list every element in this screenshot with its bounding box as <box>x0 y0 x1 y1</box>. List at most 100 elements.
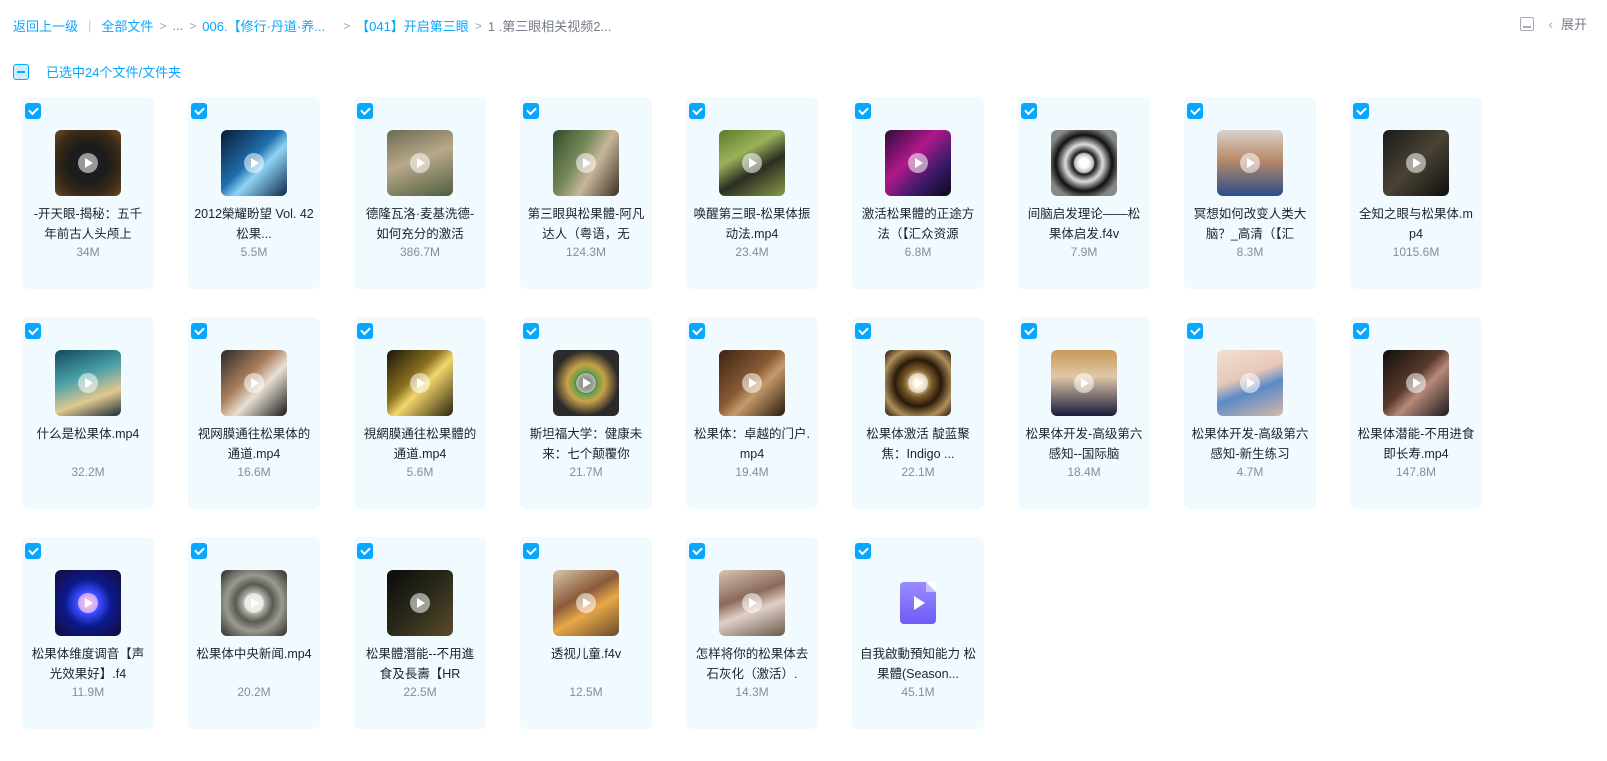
file-card[interactable]: 冥想如何改变人类大脑？_高清（【汇 8.3M <box>1184 97 1316 289</box>
file-name[interactable]: 什么是松果体.mp4 <box>28 424 148 464</box>
file-card[interactable]: 松果体开发-高级第六感知-新生练习 4.7M <box>1184 317 1316 509</box>
file-card[interactable]: 松果體潛能--不用進食及長壽【HR 22.5M <box>354 537 486 729</box>
file-name[interactable]: -开天眼-揭秘：五千年前古人头颅上 <box>28 204 148 244</box>
file-checkbox[interactable] <box>191 543 207 559</box>
file-checkbox[interactable] <box>25 323 41 339</box>
breadcrumb-ellipsis[interactable]: ... <box>172 18 183 33</box>
video-thumbnail[interactable] <box>221 130 287 196</box>
file-checkbox[interactable] <box>855 543 871 559</box>
file-name[interactable]: 松果体开发-高级第六感知--国际脑 <box>1024 424 1144 464</box>
file-checkbox[interactable] <box>523 103 539 119</box>
file-checkbox[interactable] <box>855 103 871 119</box>
file-checkbox[interactable] <box>855 323 871 339</box>
video-thumbnail[interactable] <box>387 130 453 196</box>
file-name[interactable]: 视网膜通往松果体的通道.mp4 <box>194 424 314 464</box>
video-thumbnail[interactable] <box>1383 350 1449 416</box>
breadcrumb-path-2[interactable]: 【041】开启第三眼 <box>356 16 469 35</box>
file-name[interactable]: 斯坦福大学：健康未来：七个颠覆你 <box>526 424 646 464</box>
file-name[interactable]: 2012榮耀盼望 Vol. 42 松果... <box>194 204 314 244</box>
file-card[interactable]: 唤醒第三眼-松果体振动法.mp4 23.4M <box>686 97 818 289</box>
file-checkbox[interactable] <box>1021 103 1037 119</box>
video-thumbnail[interactable] <box>55 130 121 196</box>
file-name[interactable]: 激活松果體的正途方法（【汇众资源 <box>858 204 978 244</box>
video-thumbnail[interactable] <box>55 570 121 636</box>
file-card[interactable]: 自我啟動預知能力 松果體(Season... 45.1M <box>852 537 984 729</box>
file-card[interactable]: 全知之眼与松果体.mp4 1015.6M <box>1350 97 1482 289</box>
video-thumbnail[interactable] <box>1217 130 1283 196</box>
file-name[interactable]: 松果体中央新闻.mp4 <box>194 644 314 684</box>
video-thumbnail[interactable] <box>553 130 619 196</box>
file-checkbox[interactable] <box>357 323 373 339</box>
video-thumbnail[interactable] <box>553 570 619 636</box>
file-name[interactable]: 松果体潜能-不用进食即长寿.mp4 <box>1356 424 1476 464</box>
file-name[interactable]: 視網膜通往松果體的通道.mp4 <box>360 424 480 464</box>
file-card[interactable]: 德隆瓦洛·麦基洗德-如何充分的激活 386.7M <box>354 97 486 289</box>
video-thumbnail[interactable] <box>387 570 453 636</box>
file-name[interactable]: 松果体激活 靛蓝聚焦：Indigo ... <box>858 424 978 464</box>
file-name[interactable]: 冥想如何改变人类大脑？_高清（【汇 <box>1190 204 1310 244</box>
file-name[interactable]: 透视儿童.f4v <box>526 644 646 684</box>
file-card[interactable]: 松果体维度调音【声光效果好】.f4 11.9M <box>22 537 154 729</box>
file-checkbox[interactable] <box>689 543 705 559</box>
file-checkbox[interactable] <box>1187 103 1203 119</box>
file-name[interactable]: 怎样将你的松果体去石灰化（激活）. <box>692 644 812 684</box>
file-card[interactable]: 激活松果體的正途方法（【汇众资源 6.8M <box>852 97 984 289</box>
file-name[interactable]: 间脑启发理论——松果体启发.f4v <box>1024 204 1144 244</box>
file-checkbox[interactable] <box>523 323 539 339</box>
file-checkbox[interactable] <box>1353 323 1369 339</box>
file-name[interactable]: 第三眼與松果體-阿凡达人（粤语，无 <box>526 204 646 244</box>
file-checkbox[interactable] <box>1021 323 1037 339</box>
file-checkbox[interactable] <box>25 103 41 119</box>
select-all-checkbox[interactable] <box>13 63 29 80</box>
file-card[interactable]: 松果体激活 靛蓝聚焦：Indigo ... 22.1M <box>852 317 984 509</box>
file-card[interactable]: 松果体：卓越的门户.mp4 19.4M <box>686 317 818 509</box>
video-thumbnail[interactable] <box>55 350 121 416</box>
file-card[interactable]: 怎样将你的松果体去石灰化（激活）. 14.3M <box>686 537 818 729</box>
video-thumbnail[interactable] <box>221 570 287 636</box>
file-card[interactable]: 透视儿童.f4v 12.5M <box>520 537 652 729</box>
file-card[interactable]: 间脑启发理论——松果体启发.f4v 7.9M <box>1018 97 1150 289</box>
file-checkbox[interactable] <box>357 543 373 559</box>
file-card[interactable]: 視網膜通往松果體的通道.mp4 5.6M <box>354 317 486 509</box>
file-checkbox[interactable] <box>1353 103 1369 119</box>
video-thumbnail[interactable] <box>719 130 785 196</box>
file-card[interactable]: 松果体潜能-不用进食即长寿.mp4 147.8M <box>1350 317 1482 509</box>
file-card[interactable]: 2012榮耀盼望 Vol. 42 松果... 5.5M <box>188 97 320 289</box>
file-checkbox[interactable] <box>1187 323 1203 339</box>
video-thumbnail[interactable] <box>719 350 785 416</box>
video-thumbnail[interactable] <box>221 350 287 416</box>
file-name[interactable]: 德隆瓦洛·麦基洗德-如何充分的激活 <box>360 204 480 244</box>
breadcrumb-path-1[interactable]: 006.【修行·丹道·养... <box>202 16 325 35</box>
file-checkbox[interactable] <box>191 103 207 119</box>
file-checkbox[interactable] <box>25 543 41 559</box>
file-card[interactable]: 松果体中央新闻.mp4 20.2M <box>188 537 320 729</box>
video-thumbnail[interactable] <box>387 350 453 416</box>
file-card[interactable]: 斯坦福大学：健康未来：七个颠覆你 21.7M <box>520 317 652 509</box>
file-checkbox[interactable] <box>523 543 539 559</box>
video-file-icon[interactable] <box>885 570 951 636</box>
file-name[interactable]: 松果体：卓越的门户.mp4 <box>692 424 812 464</box>
file-checkbox[interactable] <box>689 323 705 339</box>
file-card[interactable]: 什么是松果体.mp4 32.2M <box>22 317 154 509</box>
expand-button[interactable]: ‹ 展开 <box>1548 14 1587 33</box>
file-name[interactable]: 全知之眼与松果体.mp4 <box>1356 204 1476 244</box>
file-checkbox[interactable] <box>689 103 705 119</box>
file-checkbox[interactable] <box>191 323 207 339</box>
video-thumbnail[interactable] <box>885 350 951 416</box>
breadcrumb-all-files[interactable]: 全部文件 <box>101 16 153 35</box>
file-name[interactable]: 松果體潛能--不用進食及長壽【HR <box>360 644 480 684</box>
file-name[interactable]: 唤醒第三眼-松果体振动法.mp4 <box>692 204 812 244</box>
video-thumbnail[interactable] <box>1051 350 1117 416</box>
file-card[interactable]: -开天眼-揭秘：五千年前古人头颅上 34M <box>22 97 154 289</box>
video-thumbnail[interactable] <box>1051 130 1117 196</box>
video-thumbnail[interactable] <box>719 570 785 636</box>
file-card[interactable]: 松果体开发-高级第六感知--国际脑 18.4M <box>1018 317 1150 509</box>
video-thumbnail[interactable] <box>1383 130 1449 196</box>
file-name[interactable]: 松果体维度调音【声光效果好】.f4 <box>28 644 148 684</box>
list-view-icon[interactable] <box>1520 16 1535 31</box>
file-name[interactable]: 松果体开发-高级第六感知-新生练习 <box>1190 424 1310 464</box>
file-card[interactable]: 视网膜通往松果体的通道.mp4 16.6M <box>188 317 320 509</box>
file-checkbox[interactable] <box>357 103 373 119</box>
video-thumbnail[interactable] <box>1217 350 1283 416</box>
file-name[interactable]: 自我啟動預知能力 松果體(Season... <box>858 644 978 684</box>
